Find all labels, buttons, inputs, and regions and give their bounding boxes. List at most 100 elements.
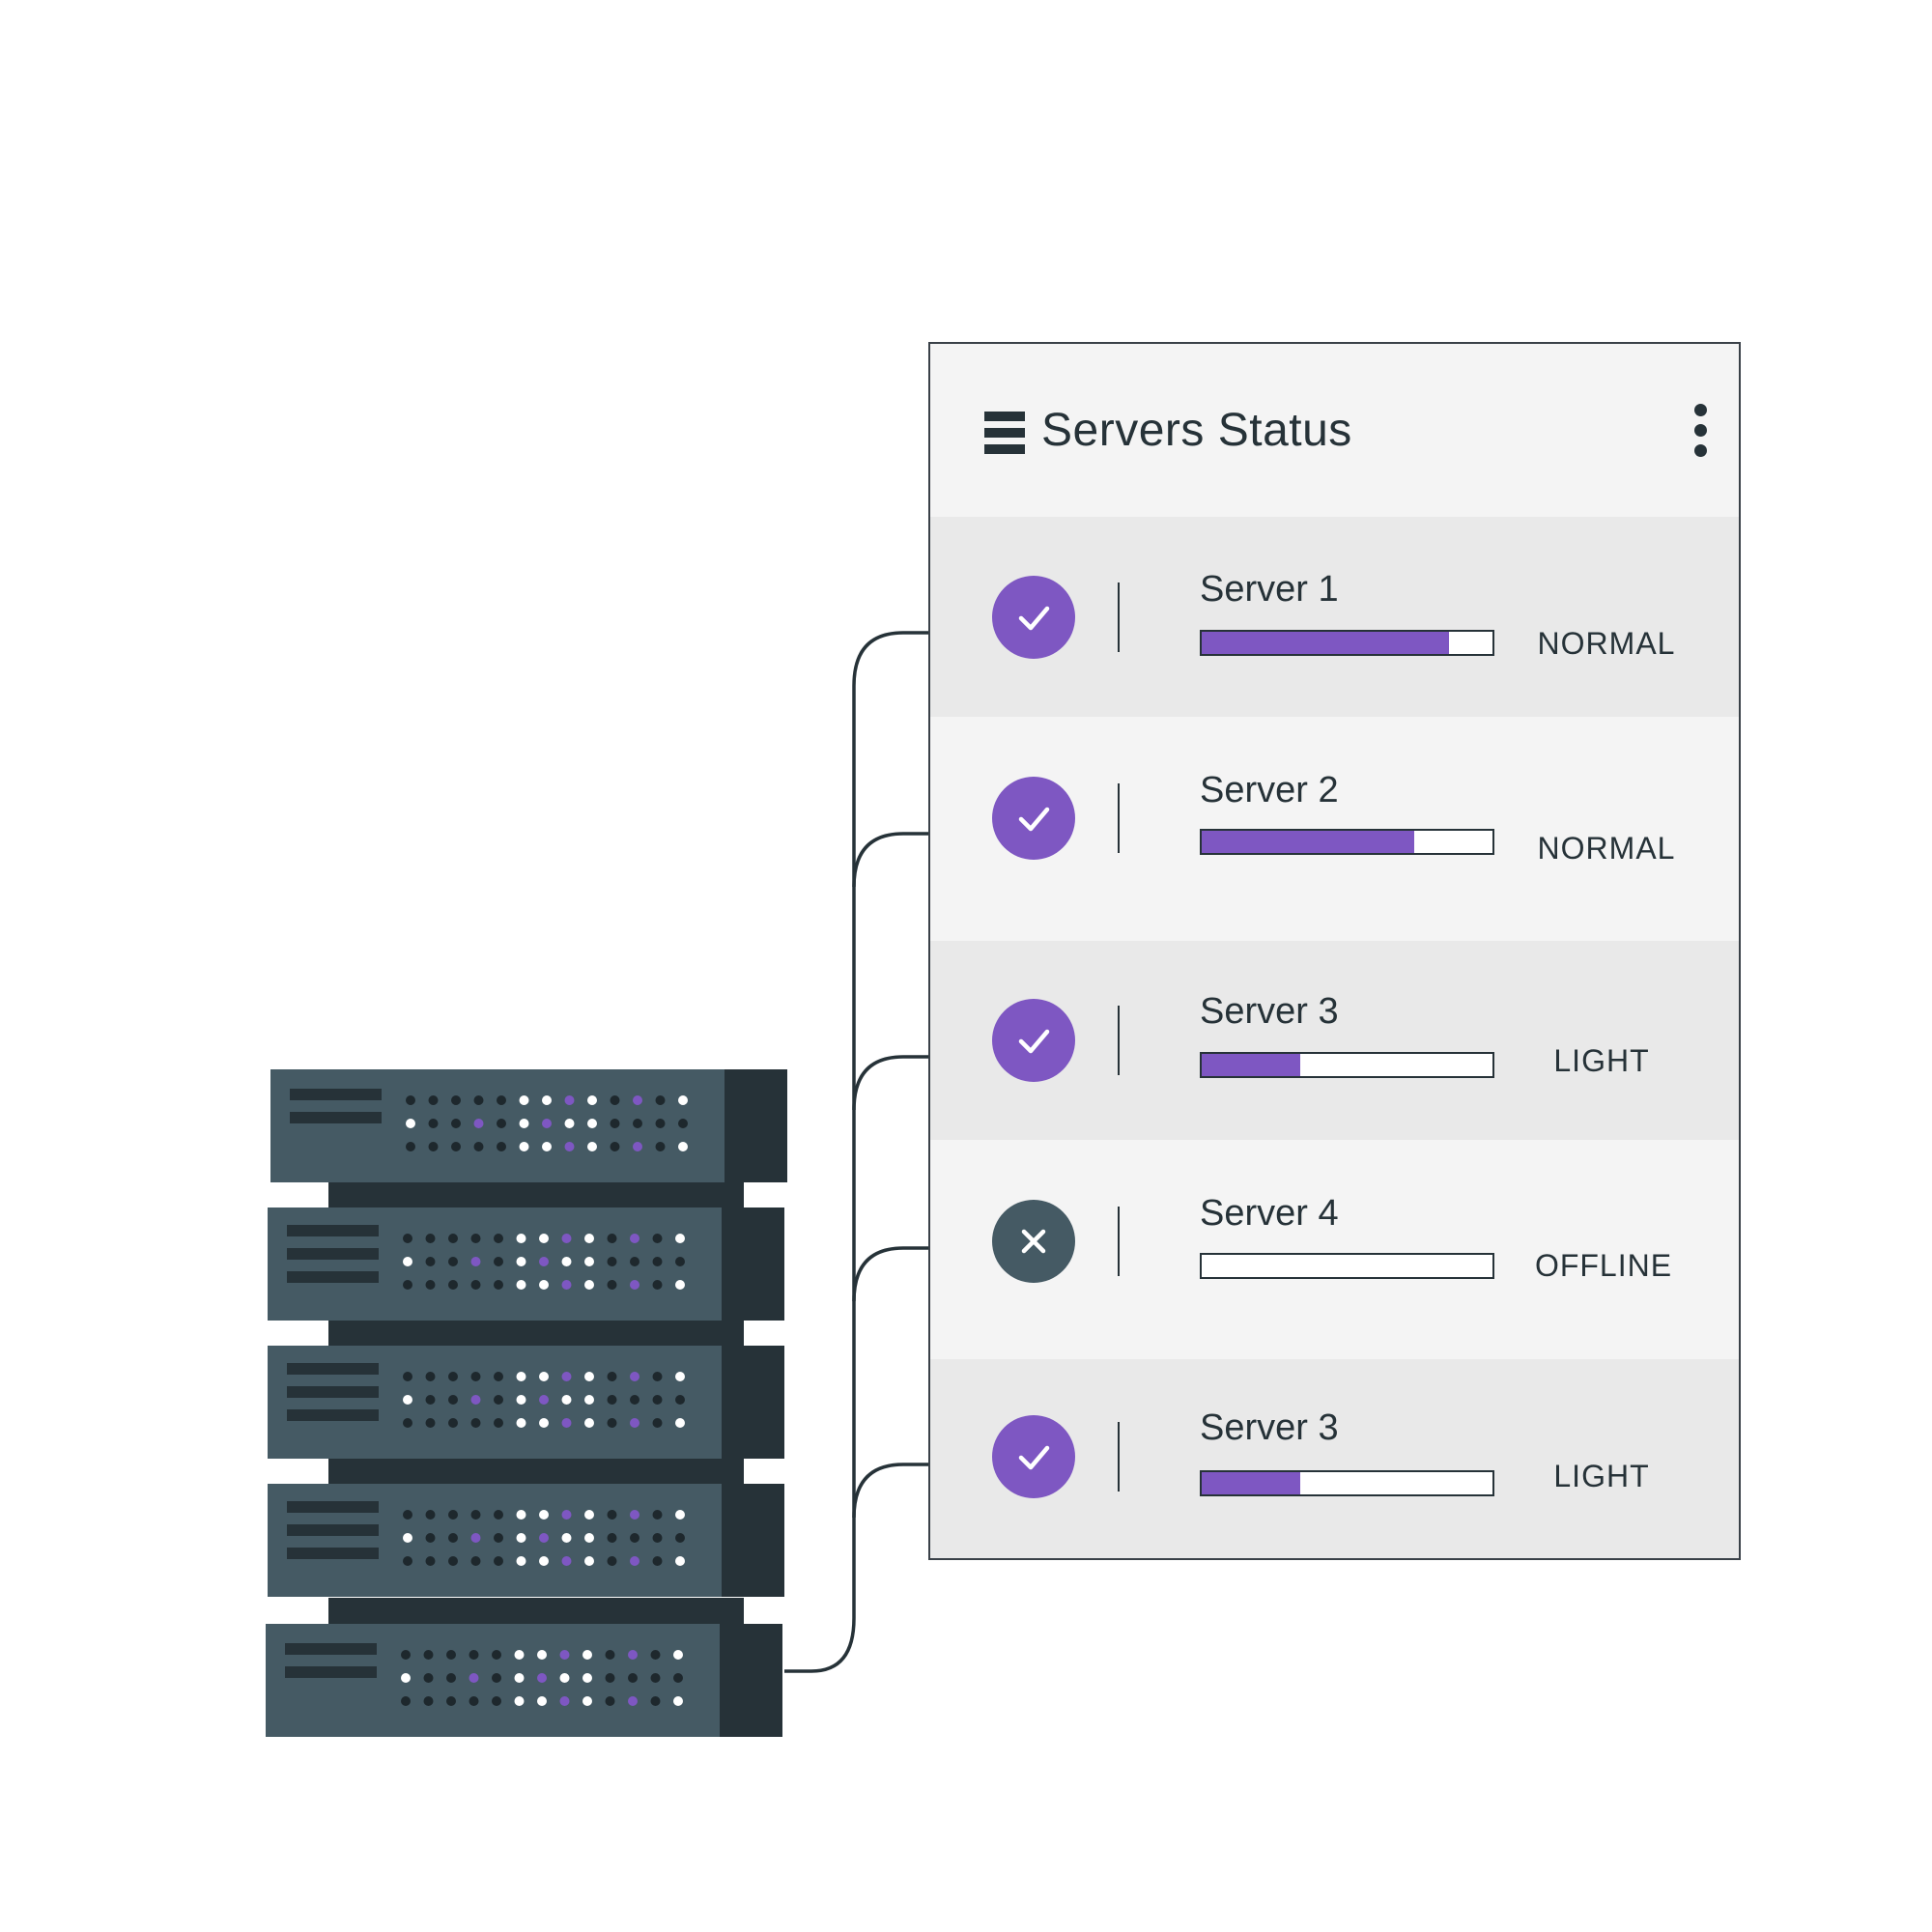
status-led [446, 1696, 456, 1706]
kebab-menu-icon[interactable] [1691, 404, 1711, 458]
status-led [630, 1234, 639, 1243]
status-led [539, 1257, 549, 1266]
status-led [542, 1095, 552, 1105]
status-led [652, 1257, 663, 1266]
status-led [403, 1257, 412, 1266]
rack-connector [328, 1598, 744, 1624]
status-label: LIGHT [1553, 1459, 1650, 1493]
status-led [492, 1650, 501, 1660]
status-led [652, 1234, 663, 1243]
status-led [542, 1119, 552, 1128]
status-led [539, 1510, 549, 1520]
load-bar [1200, 1052, 1494, 1078]
status-led [446, 1650, 456, 1660]
server-row[interactable]: Server 3 LIGHT [930, 1359, 1739, 1558]
load-bar-fill [1202, 831, 1414, 853]
status-led [425, 1372, 436, 1381]
status-led [650, 1673, 661, 1683]
status-led [673, 1673, 683, 1683]
rack-connector [328, 1321, 744, 1347]
server-unit-side [720, 1624, 782, 1737]
status-led [448, 1257, 458, 1266]
server-unit-side [722, 1346, 784, 1459]
status-led [561, 1234, 572, 1243]
server-name: Server 1 [1200, 569, 1339, 610]
status-led [470, 1533, 481, 1543]
load-bar-fill [1202, 1054, 1301, 1076]
status-led [630, 1556, 639, 1566]
server-name: Server 3 [1200, 991, 1339, 1032]
status-led [494, 1556, 503, 1566]
status-led [655, 1095, 666, 1105]
status-led [537, 1673, 547, 1683]
status-led [652, 1395, 663, 1405]
status-led [425, 1510, 436, 1520]
status-led [607, 1510, 617, 1520]
status-led [675, 1280, 685, 1290]
status-led [605, 1696, 615, 1706]
status-led [561, 1395, 572, 1405]
status-led [584, 1234, 594, 1243]
status-led [403, 1418, 412, 1428]
status-led [446, 1673, 456, 1683]
status-led [492, 1673, 501, 1683]
server-name: Server 3 [1200, 1407, 1339, 1448]
status-led [587, 1119, 597, 1128]
status-led [630, 1280, 639, 1290]
status-led [428, 1119, 439, 1128]
status-led [470, 1556, 481, 1566]
status-led [403, 1395, 412, 1405]
status-led [469, 1650, 479, 1660]
status-led [539, 1372, 549, 1381]
check-icon [992, 777, 1075, 860]
status-led [451, 1119, 461, 1128]
status-led [678, 1142, 688, 1151]
status-led [628, 1696, 638, 1706]
status-led [607, 1280, 617, 1290]
status-led [519, 1119, 529, 1128]
server-row[interactable]: Server 1 NORMAL [930, 517, 1739, 717]
status-led [516, 1418, 526, 1428]
status-led [539, 1556, 549, 1566]
status-led [559, 1673, 570, 1683]
server-row[interactable]: Server 4 OFFLINE [930, 1140, 1739, 1359]
status-led [650, 1696, 661, 1706]
status-led [607, 1418, 617, 1428]
status-led [423, 1696, 434, 1706]
status-led [675, 1418, 685, 1428]
drive-slot [287, 1548, 379, 1559]
status-led [423, 1673, 434, 1683]
load-bar-fill [1202, 632, 1449, 654]
status-led [610, 1119, 620, 1128]
status-led [401, 1673, 411, 1683]
status-led [584, 1372, 594, 1381]
status-led [561, 1257, 572, 1266]
status-label: OFFLINE [1534, 1248, 1673, 1283]
status-led [564, 1119, 575, 1128]
status-led [425, 1533, 436, 1543]
status-led [425, 1257, 436, 1266]
status-led [470, 1234, 481, 1243]
status-led [561, 1533, 572, 1543]
status-led [559, 1696, 570, 1706]
status-led [607, 1395, 617, 1405]
status-led [633, 1095, 642, 1105]
status-led [401, 1696, 411, 1706]
status-led [655, 1142, 666, 1151]
status-led [652, 1280, 663, 1290]
status-led [519, 1095, 529, 1105]
status-led [403, 1280, 412, 1290]
status-led [494, 1280, 503, 1290]
status-led [539, 1418, 549, 1428]
status-led [516, 1395, 526, 1405]
status-led [448, 1234, 458, 1243]
status-led [497, 1119, 506, 1128]
server-row[interactable]: Server 3 LIGHT [930, 941, 1739, 1140]
panel-header: Servers Status [930, 344, 1739, 517]
status-led [448, 1280, 458, 1290]
server-row[interactable]: Server 2 NORMAL [930, 717, 1739, 941]
status-led [470, 1510, 481, 1520]
status-led [587, 1095, 597, 1105]
status-led [403, 1556, 412, 1566]
status-led [448, 1418, 458, 1428]
